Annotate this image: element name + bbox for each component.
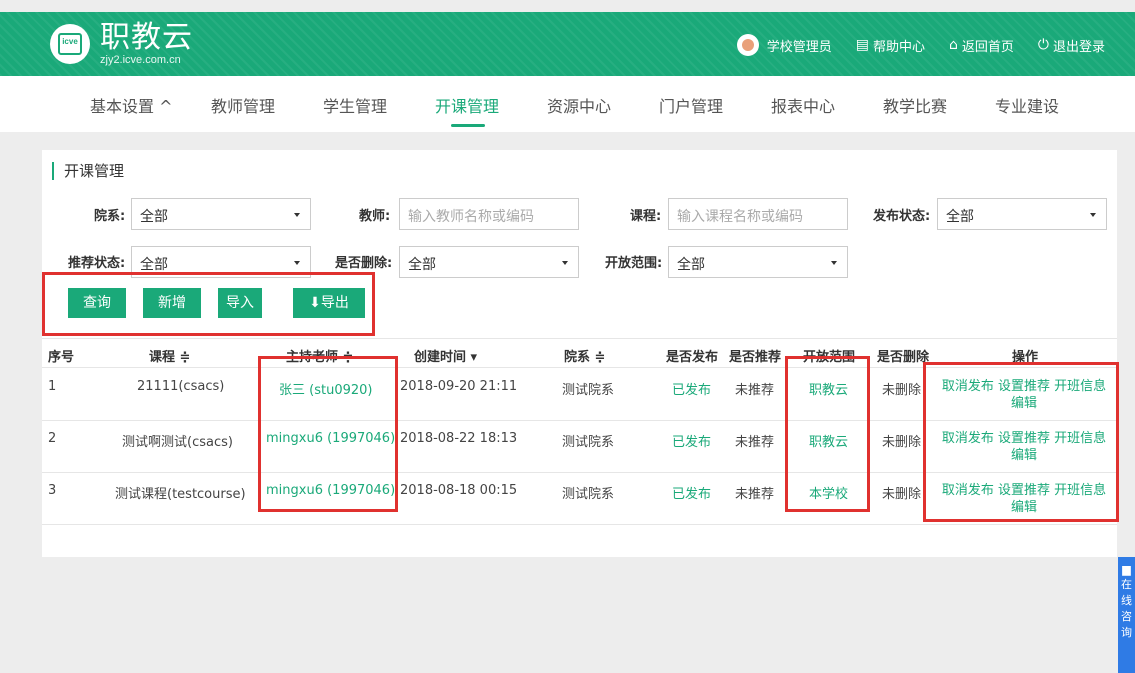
- panel-title: 开课管理: [52, 162, 124, 180]
- row-no: 2: [48, 431, 57, 446]
- course-label: 课程:: [630, 209, 662, 224]
- logo[interactable]: icve 职教云 zjy2.icve.com.cn: [50, 22, 193, 66]
- nav-item-teaching-competition[interactable]: 教学比赛: [883, 93, 947, 117]
- top-header: icve 职教云 zjy2.icve.com.cn 学校管理员 ▤ 帮助中心 ⌂…: [0, 12, 1135, 76]
- nav-item-major-construction[interactable]: 专业建设: [995, 93, 1059, 117]
- row-recommended: 未推荐: [735, 435, 775, 450]
- publish-status-select[interactable]: 全部: [937, 198, 1107, 230]
- nav-item-course-management[interactable]: 开课管理: [435, 93, 499, 117]
- row-recommended: 未推荐: [735, 383, 775, 398]
- row-no: 3: [48, 483, 57, 498]
- row-course: 测试啊测试(csacs): [122, 435, 233, 450]
- nav-item-basic-settings[interactable]: 基本设置 ^: [90, 93, 173, 117]
- col-header-published: 是否发布: [666, 350, 719, 365]
- chat-icon: ▆: [1122, 563, 1131, 576]
- row-course: 测试课程(testcourse): [115, 487, 246, 502]
- row-published: 已发布: [672, 435, 712, 450]
- home-link[interactable]: ⌂ 返回首页: [949, 36, 1014, 55]
- department-select[interactable]: 全部: [131, 198, 311, 230]
- row-department: 测试院系: [562, 487, 615, 502]
- row-created: 2018-08-18 00:15: [400, 483, 518, 498]
- col-header-department[interactable]: 院系 ≑: [564, 346, 605, 365]
- chevron-down-icon: [831, 261, 837, 265]
- deleted-label: 是否删除:: [335, 256, 393, 271]
- highlight-box-teachers: [258, 356, 398, 512]
- row-course: 21111(csacs): [137, 379, 225, 394]
- row-deleted: 未删除: [882, 487, 922, 502]
- avatar-icon: [736, 34, 759, 56]
- col-header-deleted: 是否删除: [877, 350, 930, 365]
- row-deleted: 未删除: [882, 383, 922, 398]
- col-header-recommended: 是否推荐: [729, 350, 782, 365]
- highlight-box-buttons: [42, 272, 375, 336]
- user-menu[interactable]: 学校管理员: [736, 34, 832, 56]
- nav-item-student-management[interactable]: 学生管理: [323, 93, 387, 117]
- top-user-nav: 学校管理员 ▤ 帮助中心 ⌂ 返回首页 ⏻ 退出登录: [713, 34, 1105, 56]
- publish-status-label: 发布状态:: [873, 209, 931, 224]
- row-department: 测试院系: [562, 383, 615, 398]
- course-management-panel: 开课管理 院系: 全部 教师: 输入教师名称或编码 课程: 输入课程名称或编码 …: [42, 150, 1119, 557]
- col-header-no: 序号: [48, 350, 75, 365]
- chevron-down-icon: [294, 261, 300, 265]
- department-label: 院系:: [94, 209, 126, 224]
- logo-title: 职教云: [100, 20, 193, 55]
- row-published: 已发布: [672, 487, 712, 502]
- main-nav: 基本设置 ^ 教师管理 学生管理 开课管理 资源中心 门户管理 报表中心 教学比…: [0, 76, 1135, 132]
- chevron-down-icon: [1090, 213, 1096, 217]
- col-header-course[interactable]: 课程 ≑: [149, 346, 190, 365]
- row-created: 2018-08-22 18:13: [400, 431, 518, 446]
- teacher-label: 教师:: [359, 209, 391, 224]
- course-search-input[interactable]: 输入课程名称或编码: [668, 198, 848, 230]
- row-published: 已发布: [672, 383, 712, 398]
- row-recommended: 未推荐: [735, 487, 775, 502]
- logo-subtitle: zjy2.icve.com.cn: [100, 54, 181, 66]
- row-no: 1: [48, 379, 57, 394]
- help-center-link[interactable]: ▤ 帮助中心: [856, 36, 925, 55]
- nav-item-teacher-management[interactable]: 教师管理: [211, 93, 275, 117]
- logout-link[interactable]: ⏻ 退出登录: [1038, 36, 1105, 55]
- user-name: 学校管理员: [766, 39, 832, 55]
- row-department: 测试院系: [562, 435, 615, 450]
- chevron-down-icon: [562, 261, 568, 265]
- open-scope-label: 开放范围:: [605, 256, 663, 271]
- online-consult-tab[interactable]: ▆ 在 线 咨 询: [1118, 557, 1135, 673]
- home-icon: ⌂: [949, 37, 958, 53]
- col-header-created[interactable]: 创建时间 ▾: [414, 346, 477, 365]
- logo-badge-text: icve: [58, 33, 82, 55]
- teacher-search-input[interactable]: 输入教师名称或编码: [399, 198, 579, 230]
- power-icon: ⏻: [1037, 37, 1049, 53]
- chevron-down-icon: [294, 213, 300, 217]
- nav-item-portal-management[interactable]: 门户管理: [659, 93, 723, 117]
- logo-icon: icve: [50, 24, 90, 64]
- row-deleted: 未删除: [882, 435, 922, 450]
- nav-item-resource-center[interactable]: 资源中心: [547, 93, 611, 117]
- highlight-box-scope: [785, 356, 870, 512]
- recommend-status-label: 推荐状态:: [68, 256, 126, 271]
- help-icon: ▤: [855, 37, 869, 53]
- nav-item-report-center[interactable]: 报表中心: [771, 93, 835, 117]
- highlight-box-actions: [923, 362, 1119, 522]
- open-scope-select[interactable]: 全部: [668, 246, 848, 278]
- deleted-select[interactable]: 全部: [399, 246, 579, 278]
- row-created: 2018-09-20 21:11: [400, 379, 518, 394]
- active-tab-indicator: [451, 124, 485, 127]
